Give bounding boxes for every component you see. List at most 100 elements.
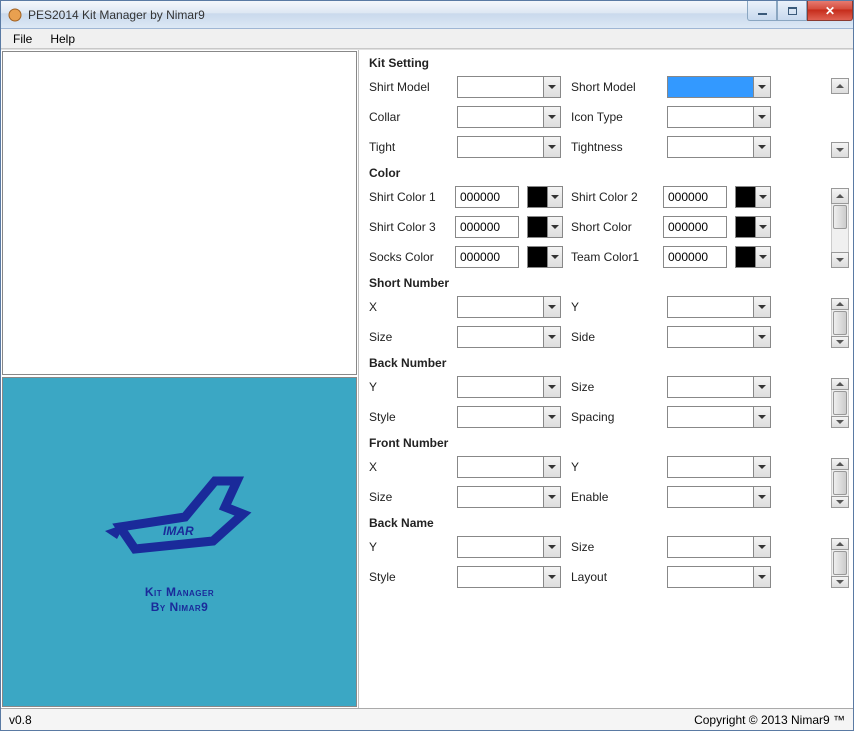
scroll-up-icon[interactable]	[831, 188, 849, 204]
scroll-down-icon[interactable]	[831, 252, 849, 268]
label-socks-color: Socks Color	[369, 250, 447, 264]
chevron-down-icon[interactable]	[753, 456, 771, 478]
input-shirt-color-1[interactable]	[455, 186, 519, 208]
label-short-color: Short Color	[571, 220, 655, 234]
chevron-down-icon[interactable]	[543, 566, 561, 588]
input-short-color[interactable]	[663, 216, 727, 238]
chevron-down-icon[interactable]	[547, 216, 563, 238]
scrollbar[interactable]	[831, 538, 849, 588]
scroll-thumb[interactable]	[833, 471, 847, 495]
input-shirt-color-2[interactable]	[663, 186, 727, 208]
scroll-up-icon[interactable]	[831, 378, 849, 390]
combo-short-num-size[interactable]	[457, 326, 561, 348]
swatch-socks-color[interactable]	[527, 246, 563, 268]
scrollbar[interactable]	[831, 298, 849, 348]
chevron-down-icon[interactable]	[543, 136, 561, 158]
scroll-thumb[interactable]	[833, 205, 847, 229]
combo-short-num-x[interactable]	[457, 296, 561, 318]
title-bar[interactable]: PES2014 Kit Manager by Nimar9 ✕	[1, 1, 853, 29]
chevron-down-icon[interactable]	[547, 246, 563, 268]
chevron-down-icon[interactable]	[543, 296, 561, 318]
logo-panel: IMAR Kit Manager By Nimar9	[2, 377, 357, 707]
chevron-down-icon[interactable]	[543, 106, 561, 128]
chevron-down-icon[interactable]	[543, 406, 561, 428]
chevron-down-icon[interactable]	[543, 326, 561, 348]
chevron-down-icon[interactable]	[755, 216, 771, 238]
swatch-short-color[interactable]	[735, 216, 771, 238]
combo-front-num-enable[interactable]	[667, 486, 771, 508]
scrollbar[interactable]	[831, 188, 849, 268]
label-x: X	[369, 460, 447, 474]
chevron-down-icon[interactable]	[753, 326, 771, 348]
combo-front-num-y[interactable]	[667, 456, 771, 478]
combo-back-name-style[interactable]	[457, 566, 561, 588]
input-socks-color[interactable]	[455, 246, 519, 268]
scroll-thumb[interactable]	[833, 391, 847, 415]
label-style: Style	[369, 410, 447, 424]
scroll-down-icon[interactable]	[831, 496, 849, 508]
nimar-logo-icon: IMAR	[95, 469, 265, 567]
combo-tightness[interactable]	[667, 136, 771, 158]
combo-front-num-size[interactable]	[457, 486, 561, 508]
input-team-color-1[interactable]	[663, 246, 727, 268]
scroll-down-icon[interactable]	[831, 576, 849, 588]
window-controls: ✕	[747, 1, 853, 21]
chevron-down-icon[interactable]	[543, 76, 561, 98]
chevron-down-icon[interactable]	[753, 106, 771, 128]
scrollbar[interactable]	[831, 78, 849, 158]
combo-back-num-size[interactable]	[667, 376, 771, 398]
scroll-up-icon[interactable]	[831, 458, 849, 470]
chevron-down-icon[interactable]	[753, 536, 771, 558]
chevron-down-icon[interactable]	[755, 246, 771, 268]
chevron-down-icon[interactable]	[543, 536, 561, 558]
chevron-down-icon[interactable]	[753, 566, 771, 588]
swatch-shirt-color-1[interactable]	[527, 186, 563, 208]
combo-back-num-spacing[interactable]	[667, 406, 771, 428]
group-title: Front Number	[369, 436, 825, 450]
chevron-down-icon[interactable]	[543, 376, 561, 398]
combo-short-model[interactable]	[667, 76, 771, 98]
combo-icon-type[interactable]	[667, 106, 771, 128]
chevron-down-icon[interactable]	[753, 486, 771, 508]
combo-front-num-x[interactable]	[457, 456, 561, 478]
scroll-down-icon[interactable]	[831, 142, 849, 158]
swatch-team-color-1[interactable]	[735, 246, 771, 268]
scrollbar[interactable]	[831, 378, 849, 428]
combo-tight[interactable]	[457, 136, 561, 158]
chevron-down-icon[interactable]	[543, 456, 561, 478]
swatch-shirt-color-2[interactable]	[735, 186, 771, 208]
chevron-down-icon[interactable]	[753, 76, 771, 98]
menu-file[interactable]: File	[5, 30, 40, 48]
combo-collar[interactable]	[457, 106, 561, 128]
combo-back-num-style[interactable]	[457, 406, 561, 428]
chevron-down-icon[interactable]	[753, 136, 771, 158]
chevron-down-icon[interactable]	[753, 296, 771, 318]
label-y: Y	[369, 380, 447, 394]
combo-back-name-size[interactable]	[667, 536, 771, 558]
scroll-down-icon[interactable]	[831, 416, 849, 428]
menu-help[interactable]: Help	[42, 30, 83, 48]
combo-back-name-layout[interactable]	[667, 566, 771, 588]
combo-shirt-model[interactable]	[457, 76, 561, 98]
input-shirt-color-3[interactable]	[455, 216, 519, 238]
combo-short-num-y[interactable]	[667, 296, 771, 318]
combo-back-name-y[interactable]	[457, 536, 561, 558]
scrollbar[interactable]	[831, 458, 849, 508]
maximize-button[interactable]	[777, 1, 807, 21]
close-button[interactable]: ✕	[807, 1, 853, 21]
chevron-down-icon[interactable]	[547, 186, 563, 208]
swatch-shirt-color-3[interactable]	[527, 216, 563, 238]
scroll-thumb[interactable]	[833, 551, 847, 575]
chevron-down-icon[interactable]	[543, 486, 561, 508]
combo-short-num-side[interactable]	[667, 326, 771, 348]
chevron-down-icon[interactable]	[753, 406, 771, 428]
scroll-down-icon[interactable]	[831, 336, 849, 348]
combo-back-num-y[interactable]	[457, 376, 561, 398]
scroll-up-icon[interactable]	[831, 298, 849, 310]
scroll-up-icon[interactable]	[831, 538, 849, 550]
chevron-down-icon[interactable]	[753, 376, 771, 398]
scroll-thumb[interactable]	[833, 311, 847, 335]
minimize-button[interactable]	[747, 1, 777, 21]
chevron-down-icon[interactable]	[755, 186, 771, 208]
scroll-up-icon[interactable]	[831, 78, 849, 94]
